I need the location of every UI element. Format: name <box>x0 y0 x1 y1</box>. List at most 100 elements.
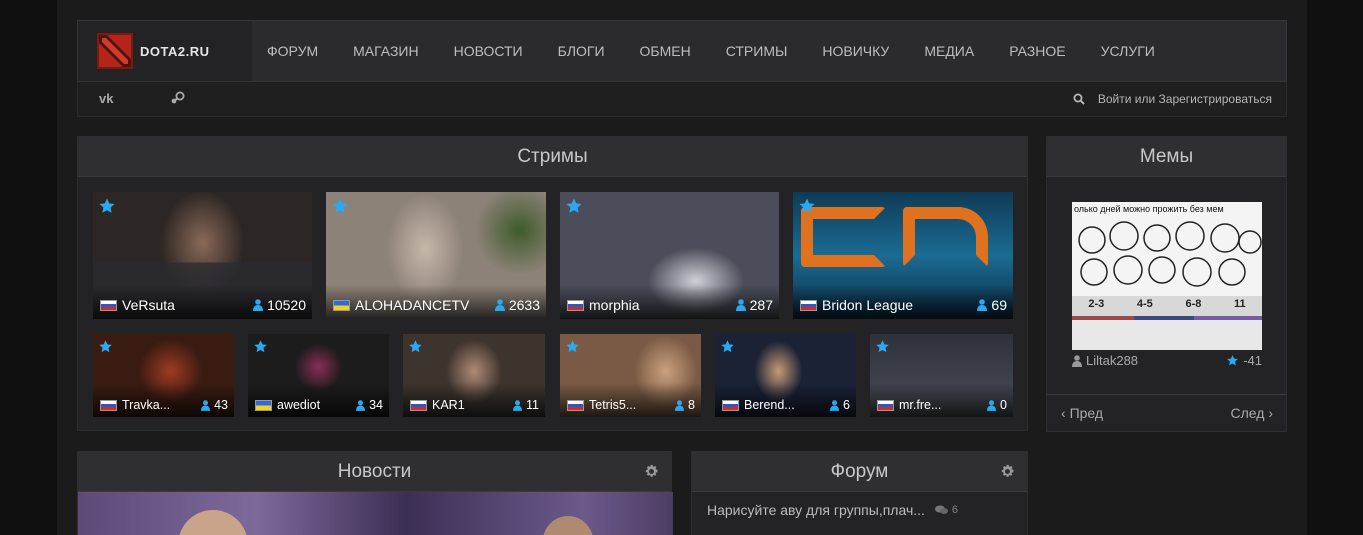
user-icon <box>1072 354 1082 367</box>
russia-flag-icon <box>567 299 584 311</box>
nav-media[interactable]: МЕДИА <box>924 43 974 59</box>
streams-title: Стримы <box>78 137 1027 177</box>
forum-reply-count: 6 <box>951 504 959 516</box>
viewer-icon <box>977 299 988 311</box>
stream-tile[interactable]: awediot 34 <box>248 334 389 417</box>
nav-news[interactable]: НОВОСТИ <box>454 43 523 59</box>
dota-logo-icon <box>97 33 133 69</box>
meme-scale-label: 2-3 <box>1088 298 1105 310</box>
meme-scale-label: 6-8 <box>1185 298 1202 310</box>
viewer-icon <box>513 399 523 411</box>
russia-flag-icon <box>722 399 739 411</box>
stream-tile[interactable]: Tetris5... 8 <box>560 334 701 417</box>
meme-faces-icon <box>1072 221 1262 350</box>
login-link[interactable]: Войти или Зарегистрироваться <box>1073 92 1272 106</box>
viewer-icon <box>201 399 211 411</box>
stream-name: Travka... <box>122 398 171 412</box>
viewer-count: 8 <box>688 398 695 412</box>
nav-forum[interactable]: ФОРУМ <box>267 43 318 59</box>
steam-icon[interactable] <box>169 91 186 105</box>
logo-text: DOTA2.RU <box>140 43 210 59</box>
stream-tile[interactable]: Travka... 43 <box>93 334 234 417</box>
viewer-icon <box>830 399 840 411</box>
viewer-count: 0 <box>1000 398 1007 412</box>
nav-shop[interactable]: МАГАЗИН <box>353 43 418 59</box>
viewer-icon <box>987 399 997 411</box>
viewer-icon <box>253 299 264 311</box>
news-title: Новости <box>78 452 671 492</box>
nav-services[interactable]: УСЛУГИ <box>1101 43 1155 59</box>
forum-panel: Форум Нарисуйте аву для группы,плач... 6 <box>691 451 1028 535</box>
nav-streams[interactable]: СТРИМЫ <box>726 43 788 59</box>
stream-tile[interactable]: Bridon League 69 <box>793 192 1013 319</box>
gear-icon[interactable] <box>1000 464 1015 479</box>
login-text[interactable]: Войти или Зарегистрироваться <box>1098 92 1272 106</box>
stream-name: Berend... <box>744 398 795 412</box>
meme-image[interactable]: олько дней можно прожить без мем 2-3 4-5… <box>1072 202 1262 350</box>
russia-flag-icon <box>100 299 117 311</box>
comments-icon <box>934 505 948 514</box>
russia-flag-icon <box>877 399 894 411</box>
favorite-star-icon[interactable] <box>408 339 423 354</box>
stream-tile[interactable]: mr.fre... 0 <box>870 334 1013 417</box>
viewer-count: 34 <box>369 398 383 412</box>
vk-icon[interactable]: vk <box>99 91 113 106</box>
nav-newbie[interactable]: НОВИЧКУ <box>822 43 889 59</box>
stream-name: Bridon League <box>822 297 914 313</box>
russia-flag-icon <box>800 299 817 311</box>
nav-misc[interactable]: РАЗНОЕ <box>1009 43 1065 59</box>
favorite-star-icon[interactable] <box>565 339 580 354</box>
site-logo[interactable]: DOTA2.RU <box>78 21 252 81</box>
favorite-star-icon[interactable] <box>875 339 890 354</box>
meme-author[interactable]: Liltak288 <box>1072 353 1138 368</box>
favorite-star-icon[interactable] <box>98 339 113 354</box>
news-panel: Новости <box>77 451 673 535</box>
gear-icon[interactable] <box>644 464 659 479</box>
nav-blogs[interactable]: БЛОГИ <box>558 43 605 59</box>
meme-next-button[interactable]: След › <box>1231 405 1274 421</box>
viewer-icon <box>494 299 505 311</box>
stream-name: awediot <box>277 398 321 412</box>
streams-panel: Стримы VeRsuta 10520 ALOHADANCETV 2633 m… <box>77 136 1028 431</box>
stream-tile[interactable]: morphia 287 <box>560 192 779 319</box>
search-icon[interactable] <box>1073 93 1085 105</box>
page: DOTA2.RU ФОРУМ МАГАЗИН НОВОСТИ БЛОГИ ОБМ… <box>57 0 1307 535</box>
ukraine-flag-icon <box>333 299 350 311</box>
ukraine-flag-icon <box>255 399 272 411</box>
favorite-star-icon[interactable] <box>253 339 268 354</box>
viewer-count: 11 <box>526 398 539 412</box>
viewer-count: 6 <box>843 398 850 412</box>
stream-tile[interactable]: Berend... 6 <box>715 334 856 417</box>
stream-name: ALOHADANCETV <box>355 297 470 313</box>
meme-pagination: ‹ Пред След › <box>1047 394 1287 431</box>
meme-scale-label: 4-5 <box>1136 298 1153 310</box>
favorite-star-icon[interactable] <box>798 197 816 215</box>
top-navigation: DOTA2.RU ФОРУМ МАГАЗИН НОВОСТИ БЛОГИ ОБМ… <box>77 20 1287 82</box>
stream-name: mr.fre... <box>899 398 942 412</box>
russia-flag-icon <box>100 399 117 411</box>
news-image[interactable] <box>78 492 673 535</box>
nav-trade[interactable]: ОБМЕН <box>640 43 691 59</box>
main-menu: ФОРУМ МАГАЗИН НОВОСТИ БЛОГИ ОБМЕН СТРИМЫ… <box>252 21 1155 81</box>
viewer-icon <box>675 399 685 411</box>
meme-prev-button[interactable]: ‹ Пред <box>1061 405 1103 421</box>
meme-rating: -41 <box>1226 353 1262 368</box>
favorite-star-icon[interactable] <box>331 197 349 215</box>
favorite-star-icon[interactable] <box>98 197 116 215</box>
viewer-count: 287 <box>749 297 773 313</box>
forum-title: Форум <box>692 452 1027 492</box>
forum-topic[interactable]: Нарисуйте аву для группы,плач... 6 <box>707 502 958 518</box>
favorite-star-icon[interactable] <box>565 197 583 215</box>
star-icon <box>1227 355 1239 366</box>
favorite-star-icon[interactable] <box>720 339 735 354</box>
stream-tile[interactable]: KAR1 11 <box>403 334 545 417</box>
viewer-count: 10520 <box>267 297 306 313</box>
viewer-count: 2633 <box>508 297 540 313</box>
viewer-icon <box>356 399 366 411</box>
stream-name: KAR1 <box>432 398 465 412</box>
stream-tile[interactable]: VeRsuta 10520 <box>93 192 312 319</box>
stream-name: morphia <box>589 297 640 313</box>
forum-topic-title[interactable]: Нарисуйте аву для группы,плач... <box>707 502 925 518</box>
viewer-count: 69 <box>991 297 1007 313</box>
stream-tile[interactable]: ALOHADANCETV 2633 <box>326 192 546 319</box>
